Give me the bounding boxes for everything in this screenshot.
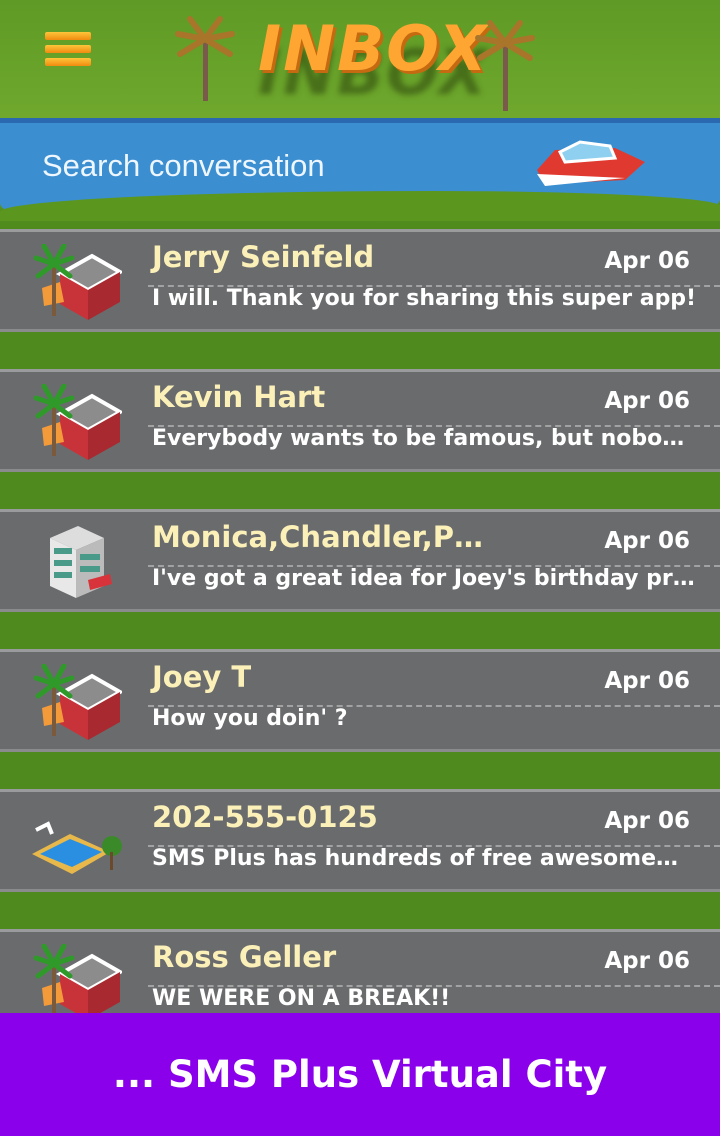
conversation-row[interactable]: Jerry Seinfeld Apr 06 I will. Thank you … — [0, 229, 720, 332]
message-preview: Everybody wants to be famous, but nobo… — [152, 426, 685, 451]
palm-tree-icon — [475, 20, 535, 111]
swimming-pool-icon — [30, 804, 122, 882]
shop-building-icon — [30, 383, 125, 462]
conversation-row[interactable]: 202-555-0125 Apr 06 SMS Plus has hundred… — [0, 789, 720, 892]
office-building-icon — [30, 524, 122, 602]
shop-building-icon — [30, 243, 125, 322]
contact-name: Joey T — [152, 660, 252, 694]
header: INBOX — [0, 0, 720, 232]
contact-name: 202-555-0125 — [152, 800, 378, 834]
message-date: Apr 06 — [604, 388, 690, 414]
message-preview: WE WERE ON A BREAK!! — [152, 986, 451, 1011]
shop-building-icon — [30, 943, 125, 1022]
message-date: Apr 06 — [604, 528, 690, 554]
conversation-row[interactable]: Monica,Chandler,P… Apr 06 I've got a gre… — [0, 509, 720, 612]
shop-building-icon — [30, 663, 125, 742]
message-date: Apr 06 — [604, 668, 690, 694]
conversation-row[interactable]: Kevin Hart Apr 06 Everybody wants to be … — [0, 369, 720, 472]
palm-tree-icon — [175, 16, 235, 101]
message-date: Apr 06 — [604, 808, 690, 834]
message-preview: I've got a great idea for Joey's birthda… — [152, 566, 695, 591]
contact-name: Ross Geller — [152, 940, 337, 974]
contact-name: Kevin Hart — [152, 380, 326, 414]
message-preview: I will. Thank you for sharing this super… — [152, 286, 697, 311]
page-title: INBOX — [258, 12, 489, 85]
promo-banner: ... SMS Plus Virtual City — [0, 1013, 720, 1136]
search-input[interactable] — [42, 148, 502, 184]
message-date: Apr 06 — [604, 948, 690, 974]
contact-name: Monica,Chandler,P… — [152, 520, 483, 554]
message-date: Apr 06 — [604, 248, 690, 274]
contact-name: Jerry Seinfeld — [152, 240, 375, 274]
conversation-row[interactable]: Joey T Apr 06 How you doin' ? — [0, 649, 720, 752]
message-preview: How you doin' ? — [152, 706, 348, 731]
banner-text: ... SMS Plus Virtual City — [112, 1053, 608, 1096]
speedboat-icon — [537, 140, 645, 186]
hamburger-menu-icon[interactable] — [45, 32, 91, 70]
message-preview: SMS Plus has hundreds of free awesome… — [152, 846, 679, 871]
